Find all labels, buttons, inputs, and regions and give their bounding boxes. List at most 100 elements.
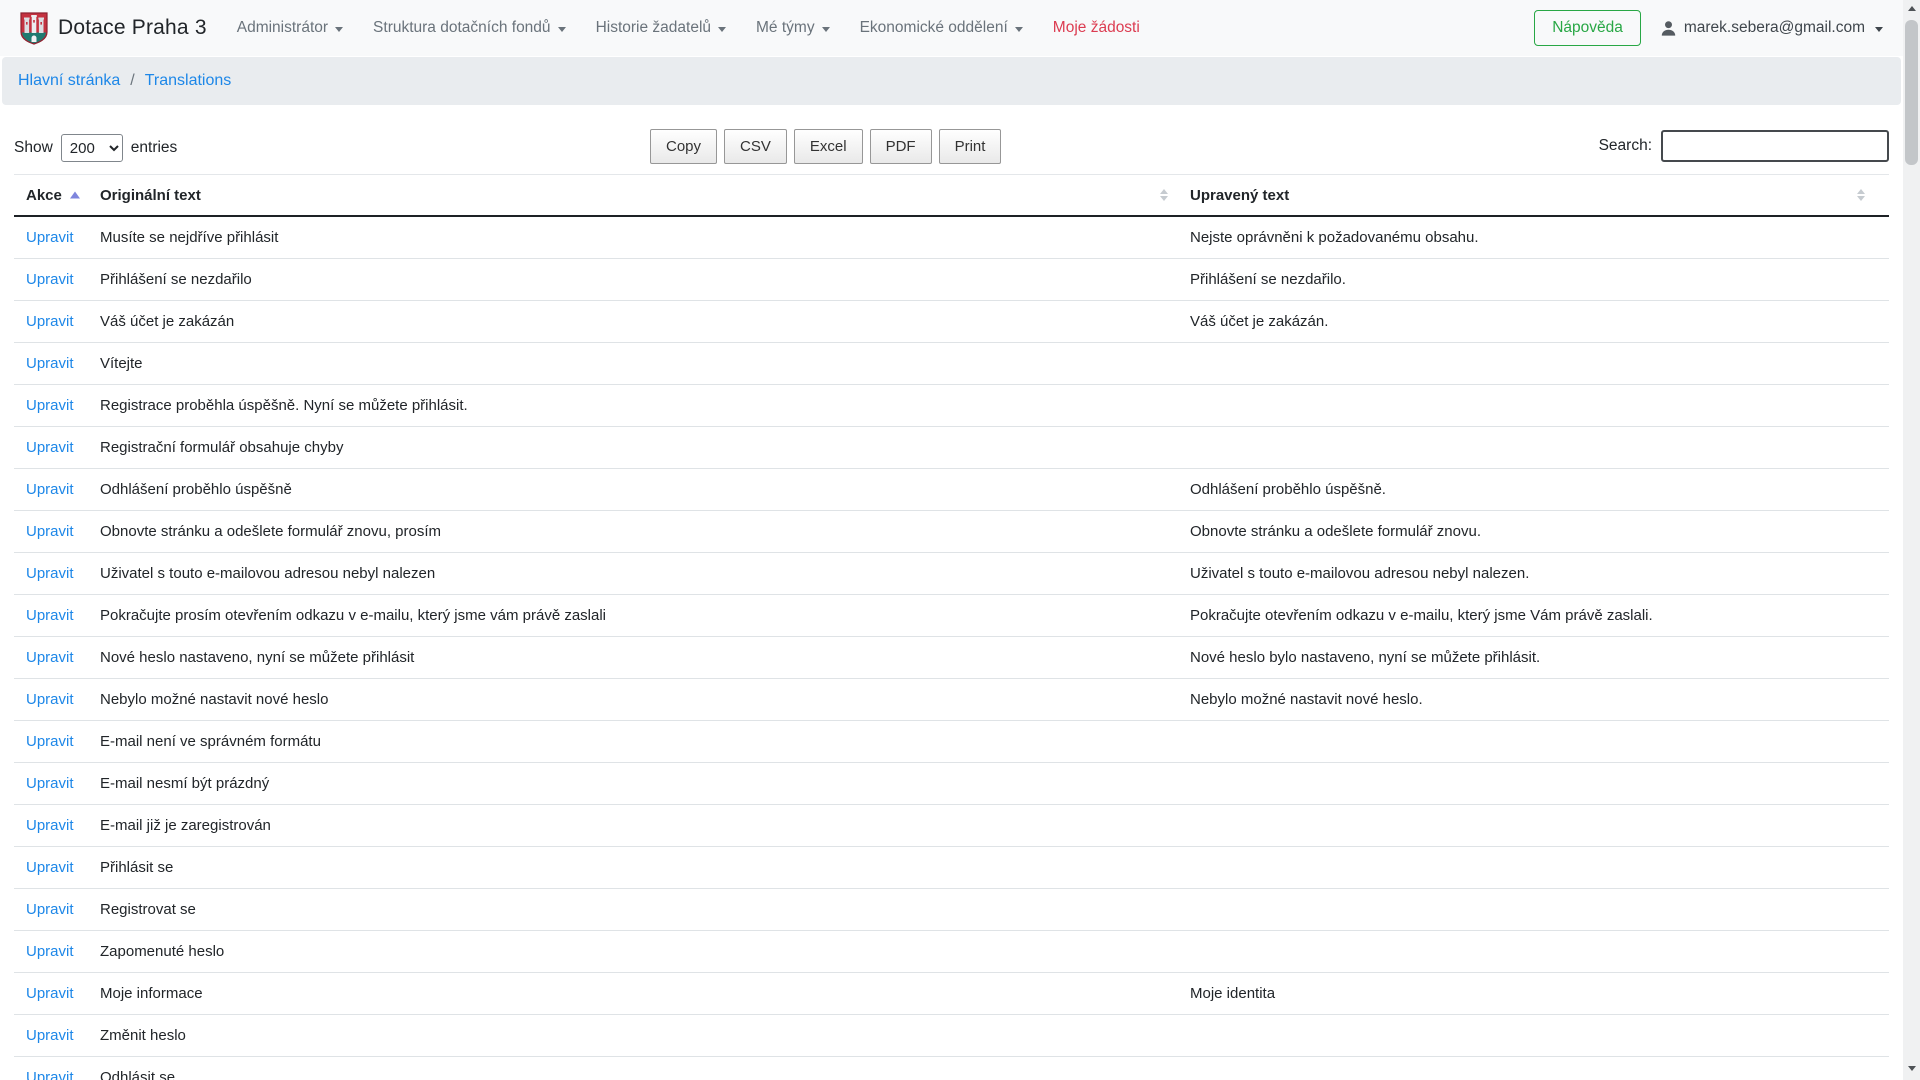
edit-link[interactable]: Upravit [26, 691, 74, 708]
brand[interactable]: Dotace Praha 3 [20, 12, 207, 45]
navbar-right: Nápověda marek.sebera@gmail.com [1534, 10, 1883, 46]
chevron-down-icon [822, 27, 830, 32]
table-row: Upravit Váš účet je zakázán Váš účet je … [14, 301, 1889, 343]
akce-cell: Upravit [14, 469, 88, 511]
edited-text-cell: Nové heslo bylo nastaveno, nyní se můžet… [1178, 637, 1889, 679]
edit-link[interactable]: Upravit [26, 481, 74, 498]
akce-cell: Upravit [14, 721, 88, 763]
breadcrumb-translations-link[interactable]: Translations [145, 72, 232, 90]
sort-both-icon [1857, 189, 1865, 201]
user-menu[interactable]: marek.sebera@gmail.com [1659, 19, 1883, 38]
edit-link[interactable]: Upravit [26, 775, 74, 792]
edit-link[interactable]: Upravit [26, 901, 74, 918]
nav-item-struktura-dotacnich-fondu[interactable]: Struktura dotačních fondů [373, 19, 566, 37]
original-text-cell: Změnit heslo [88, 1015, 1178, 1057]
table-row: Upravit E-mail nesmí být prázdný [14, 763, 1889, 805]
top-navbar: Dotace Praha 3 Administrátor Struktura d… [0, 0, 1903, 56]
nav-item-label: Ekonomické oddělení [860, 19, 1008, 37]
edited-text: Odhlášení proběhlo úspěšně. [1190, 481, 1386, 498]
edit-link[interactable]: Upravit [26, 943, 74, 960]
edit-link[interactable]: Upravit [26, 859, 74, 876]
print-button[interactable]: Print [939, 129, 1002, 164]
edited-text: Uživatel s touto e-mailovou adresou neby… [1190, 565, 1529, 582]
original-text: Nové heslo nastaveno, nyní se můžete při… [100, 649, 414, 666]
column-header-original-text[interactable]: Originální text [88, 175, 1178, 217]
akce-cell: Upravit [14, 805, 88, 847]
page: Dotace Praha 3 Administrátor Struktura d… [0, 0, 1920, 1080]
table-row: Upravit Registrace proběhla úspěšně. Nyn… [14, 385, 1889, 427]
original-text: Obnovte stránku a odešlete formulář znov… [100, 523, 441, 540]
edited-text: Moje identita [1190, 985, 1275, 1002]
edited-text-cell [1178, 889, 1889, 931]
original-text: Vítejte [100, 355, 143, 372]
original-text: Pokračujte prosím otevřením odkazu v e-m… [100, 607, 606, 624]
akce-cell: Upravit [14, 763, 88, 805]
edited-text: Váš účet je zakázán. [1190, 313, 1328, 330]
edit-link[interactable]: Upravit [26, 985, 74, 1002]
edit-link[interactable]: Upravit [26, 355, 74, 372]
original-text-cell: Nové heslo nastaveno, nyní se můžete při… [88, 637, 1178, 679]
table-row: Upravit Registrovat se [14, 889, 1889, 931]
nav-item-historie-zadatelu[interactable]: Historie žadatelů [596, 19, 726, 37]
column-header-akce[interactable]: Akce [14, 175, 88, 217]
original-text-cell: Uživatel s touto e-mailovou adresou neby… [88, 553, 1178, 595]
edit-link[interactable]: Upravit [26, 397, 74, 414]
edit-link[interactable]: Upravit [26, 271, 74, 288]
pdf-button[interactable]: PDF [870, 129, 932, 164]
akce-cell: Upravit [14, 679, 88, 721]
column-header-upraveny-text[interactable]: Upravený text [1178, 175, 1889, 217]
nav-item-administrator[interactable]: Administrátor [237, 19, 343, 37]
help-button[interactable]: Nápověda [1534, 10, 1641, 46]
edited-text-cell [1178, 1057, 1889, 1080]
original-text: Uživatel s touto e-mailovou adresou neby… [100, 565, 435, 582]
original-text-cell: Registrovat se [88, 889, 1178, 931]
page-length-select[interactable]: 200 [61, 134, 123, 162]
app-title: Dotace Praha 3 [58, 16, 207, 40]
main-nav: Administrátor Struktura dotačních fondů … [237, 19, 1140, 37]
search-label: Search: [1599, 137, 1652, 155]
table-row: Upravit Přihlášení se nezdařilo Přihláše… [14, 259, 1889, 301]
edit-link[interactable]: Upravit [26, 229, 74, 246]
original-text: Registrace proběhla úspěšně. Nyní se můž… [100, 397, 468, 414]
nav-item-ekonomicke-oddeleni[interactable]: Ekonomické oddělení [860, 19, 1023, 37]
csv-button[interactable]: CSV [724, 129, 787, 164]
edited-text-cell: Nebylo možné nastavit nové heslo. [1178, 679, 1889, 721]
edit-link[interactable]: Upravit [26, 1027, 74, 1044]
search-input[interactable] [1661, 130, 1889, 162]
scrollbar-thumb[interactable] [1905, 20, 1918, 165]
original-text-cell: E-mail nesmí být prázdný [88, 763, 1178, 805]
sort-asc-icon [70, 192, 80, 199]
nav-item-label: Historie žadatelů [596, 19, 711, 37]
edit-link[interactable]: Upravit [26, 649, 74, 666]
edited-text: Přihlášení se nezdařilo. [1190, 271, 1346, 288]
akce-cell: Upravit [14, 259, 88, 301]
edit-link[interactable]: Upravit [26, 523, 74, 540]
edit-link[interactable]: Upravit [26, 439, 74, 456]
scrollbar-down-button[interactable] [1903, 1060, 1920, 1077]
edit-link[interactable]: Upravit [26, 565, 74, 582]
original-text: Odhlášení proběhlo úspěšně [100, 481, 292, 498]
akce-cell: Upravit [14, 301, 88, 343]
nav-item-me-tymy[interactable]: Mé týmy [756, 19, 830, 37]
akce-cell: Upravit [14, 973, 88, 1015]
edited-text-cell: Odhlášení proběhlo úspěšně. [1178, 469, 1889, 511]
scrollbar[interactable] [1903, 0, 1920, 1080]
edit-link[interactable]: Upravit [26, 817, 74, 834]
original-text-cell: Vítejte [88, 343, 1178, 385]
breadcrumb-home-link[interactable]: Hlavní stránka [18, 72, 120, 90]
table-row: Upravit Obnovte stránku a odešlete formu… [14, 511, 1889, 553]
excel-button[interactable]: Excel [794, 129, 863, 164]
original-text: Musíte se nejdříve přihlásit [100, 229, 278, 246]
akce-cell: Upravit [14, 637, 88, 679]
original-text: Registrační formulář obsahuje chyby [100, 439, 343, 456]
edit-link[interactable]: Upravit [26, 607, 74, 624]
scrollbar-up-button[interactable] [1903, 0, 1920, 17]
nav-item-moje-zadosti[interactable]: Moje žádosti [1053, 19, 1140, 37]
copy-button[interactable]: Copy [650, 129, 717, 164]
edit-link[interactable]: Upravit [26, 313, 74, 330]
chevron-down-icon [558, 27, 566, 32]
edit-link[interactable]: Upravit [26, 733, 74, 750]
edited-text-cell: Nejste oprávněni k požadovanému obsahu. [1178, 216, 1889, 259]
entries-label: entries [131, 139, 178, 157]
edit-link[interactable]: Upravit [26, 1069, 74, 1080]
